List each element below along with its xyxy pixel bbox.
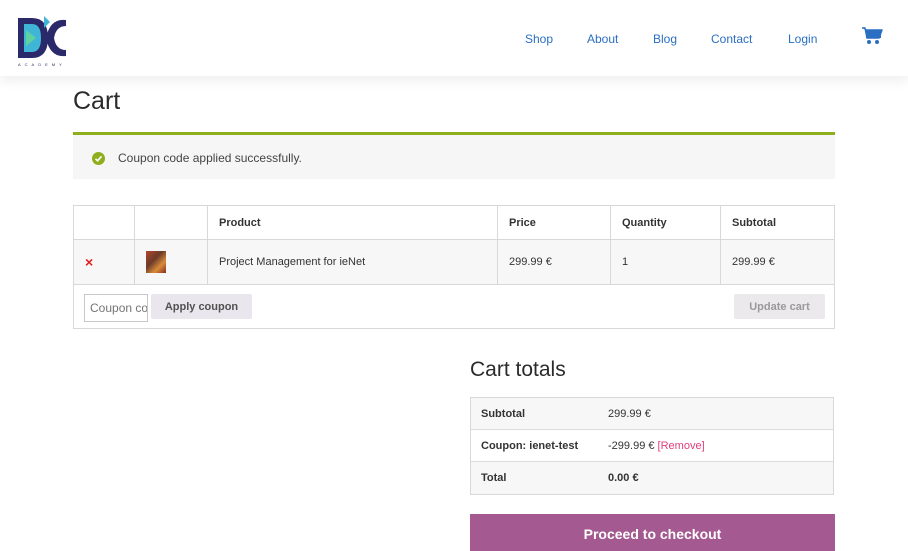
main-nav: Shop About Blog Contact Login xyxy=(0,32,908,48)
success-notice: Coupon code applied successfully. xyxy=(73,132,835,179)
notice-message: Coupon code applied successfully. xyxy=(118,151,302,165)
col-quantity-header: Quantity xyxy=(611,206,721,239)
remove-item-icon[interactable]: × xyxy=(85,254,93,270)
product-thumbnail-cell xyxy=(135,239,208,284)
check-circle-icon xyxy=(92,152,105,165)
col-thumb-header xyxy=(135,206,208,239)
coupon-row: Coupon: ienet-test -299.99 € [Remove] xyxy=(471,430,833,462)
page-title: Cart xyxy=(73,87,121,115)
proceed-to-checkout-button[interactable]: Proceed to checkout xyxy=(470,514,835,551)
coupon-label: Coupon: ienet-test xyxy=(481,440,579,452)
nav-shop[interactable]: Shop xyxy=(525,32,553,46)
col-remove-header xyxy=(74,206,135,239)
product-subtotal: 299.99 € xyxy=(721,239,834,284)
total-row: Total 0.00 € xyxy=(471,462,833,494)
subtotal-value: 299.99 € xyxy=(608,408,651,420)
product-name[interactable]: Project Management for ieNet xyxy=(208,239,498,284)
cart-totals-table: Subtotal 299.99 € Coupon: ienet-test -29… xyxy=(470,397,834,495)
col-price-header: Price xyxy=(498,206,611,239)
product-thumbnail[interactable] xyxy=(146,251,166,273)
product-quantity[interactable]: 1 xyxy=(611,239,721,284)
coupon-input[interactable] xyxy=(84,294,148,322)
logo-subtitle: ACADEMY xyxy=(18,62,66,67)
cart-actions: Apply coupon Update cart xyxy=(74,284,834,328)
cart-totals-title: Cart totals xyxy=(470,358,566,381)
nav-about[interactable]: About xyxy=(587,32,618,46)
site-header: ACADEMY Shop About Blog Contact Login xyxy=(0,0,908,76)
apply-coupon-button[interactable]: Apply coupon xyxy=(151,294,252,319)
table-row: × xyxy=(74,239,135,284)
col-subtotal-header: Subtotal xyxy=(732,216,776,229)
coupon-value-wrap: -299.99 € [Remove] xyxy=(608,440,705,452)
nav-blog[interactable]: Blog xyxy=(653,32,677,46)
nav-login[interactable]: Login xyxy=(788,32,817,46)
update-cart-button[interactable]: Update cart xyxy=(734,294,825,319)
total-value: 0.00 € xyxy=(608,472,639,484)
col-product-header: Product xyxy=(208,206,498,239)
coupon-value: -299.99 € xyxy=(608,440,655,452)
product-price: 299.99 € xyxy=(498,239,611,284)
total-label: Total xyxy=(481,472,507,484)
cart-table: Product Price Quantity Subtotal × Projec… xyxy=(73,205,835,329)
subtotal-label: Subtotal xyxy=(481,408,525,420)
cart-icon[interactable] xyxy=(861,26,883,46)
subtotal-row: Subtotal 299.99 € xyxy=(471,398,833,430)
remove-coupon-link[interactable]: [Remove] xyxy=(658,440,705,452)
nav-contact[interactable]: Contact xyxy=(711,32,752,46)
